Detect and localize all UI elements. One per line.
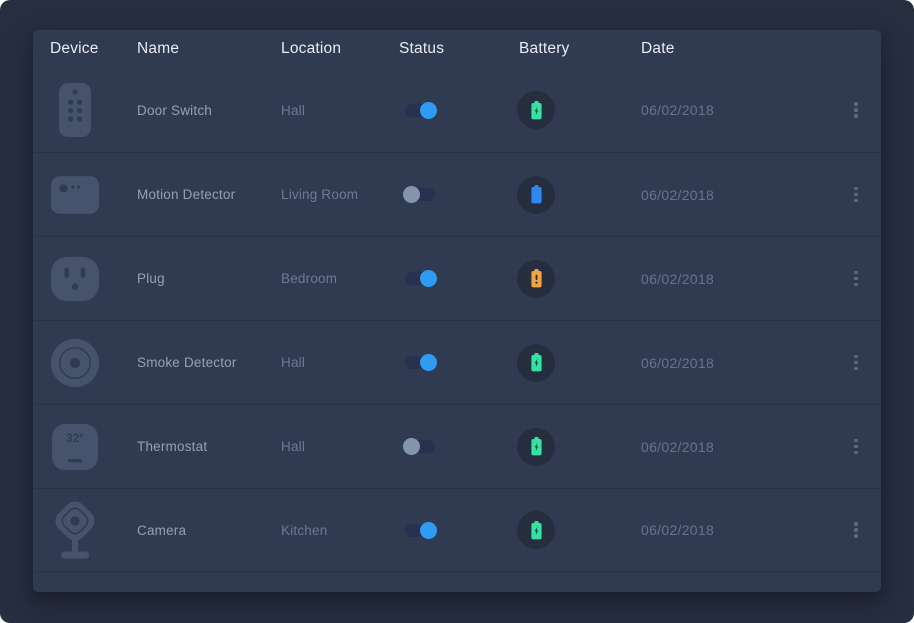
device-date: 06/02/2018 — [641, 355, 817, 371]
table-row: Door Switch Hall 06/02/2018 — [33, 68, 881, 152]
table-row: Plug Bedroom 06/02/2018 — [33, 236, 881, 320]
smart-home-dashboard: Device Name Location Status Battery Date — [0, 0, 914, 623]
device-table-card: Device Name Location Status Battery Date — [33, 30, 881, 592]
column-header-location: Location — [281, 40, 399, 58]
row-menu-button[interactable] — [847, 267, 865, 291]
plug-icon — [50, 254, 100, 304]
device-name: Smoke Detector — [137, 355, 281, 370]
table-row: Motion Detector Living Room 06/02/2018 — [33, 152, 881, 236]
toggle-knob — [403, 438, 420, 455]
status-toggle[interactable] — [405, 188, 435, 201]
remote-icon — [56, 82, 94, 138]
row-menu-button[interactable] — [847, 183, 865, 207]
battery-indicator — [517, 260, 555, 298]
device-date: 06/02/2018 — [641, 439, 817, 455]
battery-indicator — [517, 511, 555, 549]
battery-indicator — [517, 344, 555, 382]
toggle-knob — [420, 354, 437, 371]
table-row: 32° Thermostat Hall 06/02/2018 — [33, 404, 881, 488]
toggle-knob — [420, 102, 437, 119]
motion-detector-icon — [50, 172, 100, 218]
status-toggle[interactable] — [405, 524, 435, 537]
table-header: Device Name Location Status Battery Date — [33, 30, 881, 68]
table-row: Camera Kitchen 06/02/2018 — [33, 488, 881, 572]
toggle-knob — [403, 186, 420, 203]
column-header-device: Device — [50, 40, 137, 58]
column-header-status: Status — [399, 40, 519, 58]
device-location: Hall — [281, 439, 399, 454]
device-date: 06/02/2018 — [641, 187, 817, 203]
device-location: Hall — [281, 103, 399, 118]
device-name: Motion Detector — [137, 187, 281, 202]
device-date: 06/02/2018 — [641, 271, 817, 287]
device-date: 06/02/2018 — [641, 522, 817, 538]
device-name: Door Switch — [137, 103, 281, 118]
camera-icon — [50, 500, 100, 560]
toggle-knob — [420, 270, 437, 287]
device-location: Living Room — [281, 187, 399, 202]
row-menu-button[interactable] — [847, 98, 865, 122]
device-name: Thermostat — [137, 439, 281, 454]
row-menu-button[interactable] — [847, 351, 865, 375]
status-toggle[interactable] — [405, 356, 435, 369]
battery-indicator — [517, 176, 555, 214]
column-header-name: Name — [137, 40, 281, 58]
smoke-detector-icon — [50, 336, 100, 390]
thermostat-icon: 32° — [51, 423, 99, 471]
device-location: Hall — [281, 355, 399, 370]
column-header-date: Date — [641, 40, 817, 58]
battery-indicator — [517, 91, 555, 129]
device-name: Plug — [137, 271, 281, 286]
column-header-battery: Battery — [519, 40, 641, 58]
device-location: Kitchen — [281, 523, 399, 538]
status-toggle[interactable] — [405, 104, 435, 117]
device-name: Camera — [137, 523, 281, 538]
device-date: 06/02/2018 — [641, 102, 817, 118]
status-toggle[interactable] — [405, 272, 435, 285]
row-menu-button[interactable] — [847, 518, 865, 542]
device-location: Bedroom — [281, 271, 399, 286]
row-menu-button[interactable] — [847, 435, 865, 459]
status-toggle[interactable] — [405, 440, 435, 453]
thermostat-display-text: 32° — [66, 433, 84, 445]
battery-indicator — [517, 428, 555, 466]
toggle-knob — [420, 522, 437, 539]
table-row: Smoke Detector Hall 06/02/2018 — [33, 320, 881, 404]
